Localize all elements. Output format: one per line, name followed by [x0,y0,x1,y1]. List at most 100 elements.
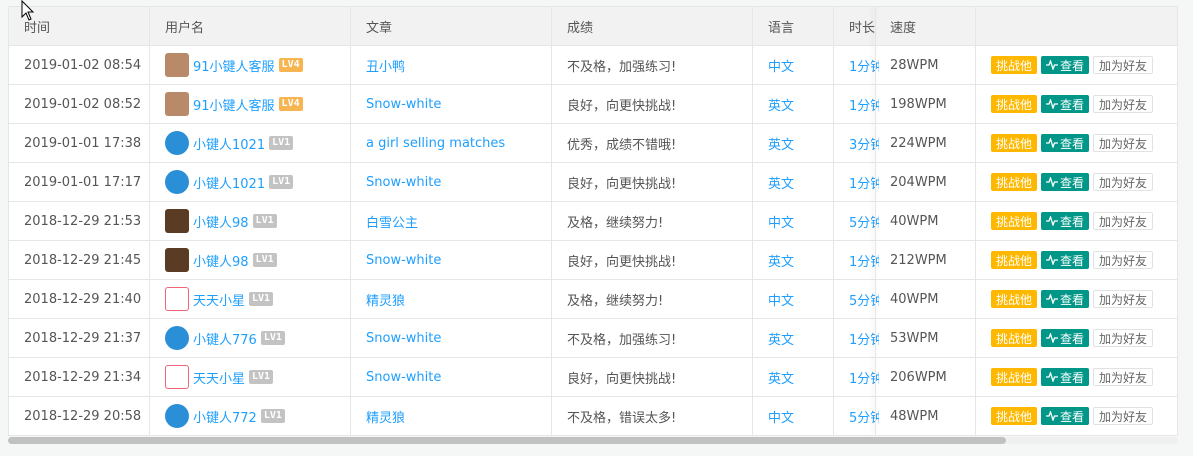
cell-user: 天天小星 LV1 [150,358,351,396]
lang-link[interactable]: 中文 [768,290,794,309]
cell-score: 良好，向更快挑战! [552,85,753,123]
article-link[interactable]: 精灵狼 [366,290,405,309]
cell-duration: 1分钟 [834,319,879,357]
user-link[interactable]: 91小键人客服 [193,95,275,114]
level-badge: LV1 [260,409,285,423]
speed-text: 28WPM [890,57,939,73]
article-link[interactable]: Snow-white [366,175,441,190]
lang-link[interactable]: 英文 [768,173,794,192]
dog-avatar-icon[interactable] [165,209,189,233]
article-link[interactable]: a girl selling matches [366,136,505,151]
add-friend-button[interactable]: 加为好友 [1093,212,1154,230]
cell-user: 小键人1021 LV1 [150,124,351,162]
view-button[interactable]: 查看 [1041,329,1090,347]
user-link[interactable]: 小键人98 [193,212,249,231]
score-text: 良好，向更快挑战! [567,371,677,387]
user-link[interactable]: 小键人1021 [193,134,265,153]
header-user[interactable]: 用户名 [150,7,351,45]
cell-speed: 198WPM [875,85,976,123]
view-button[interactable]: 查看 [1041,134,1090,152]
article-link[interactable]: Snow-white [366,97,441,112]
add-friend-button[interactable]: 加为好友 [1093,134,1154,152]
lang-link[interactable]: 英文 [768,329,794,348]
user-link[interactable]: 小键人1021 [193,173,265,192]
view-button[interactable]: 查看 [1041,95,1090,113]
view-button[interactable]: 查看 [1041,407,1090,425]
blue-avatar-icon[interactable] [165,131,189,155]
article-link[interactable]: Snow-white [366,253,441,268]
add-friend-button[interactable]: 加为好友 [1093,56,1154,74]
score-text: 及格，继续努力! [567,293,664,309]
blue-avatar-icon[interactable] [165,170,189,194]
challenge-button[interactable]: 挑战他 [991,368,1038,386]
add-friend-button[interactable]: 加为好友 [1093,368,1154,386]
user-link[interactable]: 天天小星 [193,290,245,309]
add-friend-button[interactable]: 加为好友 [1093,251,1154,269]
cell-score: 优秀，成绩不错哦! [552,124,753,162]
cell-time: 2018-12-29 21:40 [9,280,150,318]
add-friend-button[interactable]: 加为好友 [1093,407,1154,425]
cell-duration: 1分钟 [834,46,879,84]
article-link[interactable]: 丑小鸭 [366,56,405,75]
challenge-button[interactable]: 挑战他 [991,290,1038,308]
header-speed[interactable]: 速度 [875,7,976,45]
time-text: 2018-12-29 21:34 [24,369,142,385]
view-button[interactable]: 查看 [1041,251,1090,269]
cell-speed: 40WPM [875,280,976,318]
cat-avatar-icon[interactable] [165,287,189,311]
challenge-button[interactable]: 挑战他 [991,212,1038,230]
scrollbar-thumb[interactable] [8,437,1006,444]
blue-avatar-icon[interactable] [165,404,189,428]
woman-avatar-icon[interactable] [165,53,189,77]
challenge-button[interactable]: 挑战他 [991,329,1038,347]
level-badge: LV1 [249,370,274,384]
view-button[interactable]: 查看 [1041,368,1090,386]
horizontal-scrollbar[interactable] [8,437,1178,444]
cell-duration: 5分钟 [834,397,879,435]
dog-avatar-icon[interactable] [165,248,189,272]
challenge-button[interactable]: 挑战他 [991,173,1038,191]
article-link[interactable]: 白雪公主 [366,212,418,231]
cat-avatar-icon[interactable] [165,365,189,389]
challenge-button[interactable]: 挑战他 [991,95,1038,113]
article-link[interactable]: Snow-white [366,331,441,346]
lang-link[interactable]: 英文 [768,368,794,387]
lang-link[interactable]: 英文 [768,95,794,114]
challenge-button[interactable]: 挑战他 [991,407,1038,425]
cell-score: 及格，继续努力! [552,280,753,318]
lang-link[interactable]: 中文 [768,212,794,231]
woman-avatar-icon[interactable] [165,92,189,116]
article-link[interactable]: 精灵狼 [366,407,405,426]
header-article[interactable]: 文章 [351,7,552,45]
view-button[interactable]: 查看 [1041,290,1090,308]
header-lang[interactable]: 语言 [753,7,834,45]
add-friend-button[interactable]: 加为好友 [1093,329,1154,347]
user-link[interactable]: 91小键人客服 [193,56,275,75]
view-button[interactable]: 查看 [1041,173,1090,191]
lang-link[interactable]: 中文 [768,56,794,75]
view-button[interactable]: 查看 [1041,56,1090,74]
lang-link[interactable]: 英文 [768,134,794,153]
add-friend-button[interactable]: 加为好友 [1093,290,1154,308]
user-link[interactable]: 小键人776 [193,329,257,348]
article-link[interactable]: Snow-white [366,370,441,385]
user-link[interactable]: 小键人772 [193,407,257,426]
add-friend-button[interactable]: 加为好友 [1093,95,1154,113]
pulse-icon [1046,411,1059,421]
header-duration[interactable]: 时长 [834,7,879,45]
lang-link[interactable]: 中文 [768,407,794,426]
cell-score: 不及格，加强练习! [552,46,753,84]
cell-article: 精灵狼 [351,397,552,435]
lang-link[interactable]: 英文 [768,251,794,270]
user-link[interactable]: 天天小星 [193,368,245,387]
challenge-button[interactable]: 挑战他 [991,251,1038,269]
add-friend-button[interactable]: 加为好友 [1093,173,1154,191]
score-text: 优秀，成绩不错哦! [567,137,677,153]
view-button[interactable]: 查看 [1041,212,1090,230]
score-text: 不及格，加强练习! [567,59,677,75]
challenge-button[interactable]: 挑战他 [991,134,1038,152]
header-score[interactable]: 成绩 [552,7,753,45]
user-link[interactable]: 小键人98 [193,251,249,270]
challenge-button[interactable]: 挑战他 [991,56,1038,74]
blue-avatar-icon[interactable] [165,326,189,350]
